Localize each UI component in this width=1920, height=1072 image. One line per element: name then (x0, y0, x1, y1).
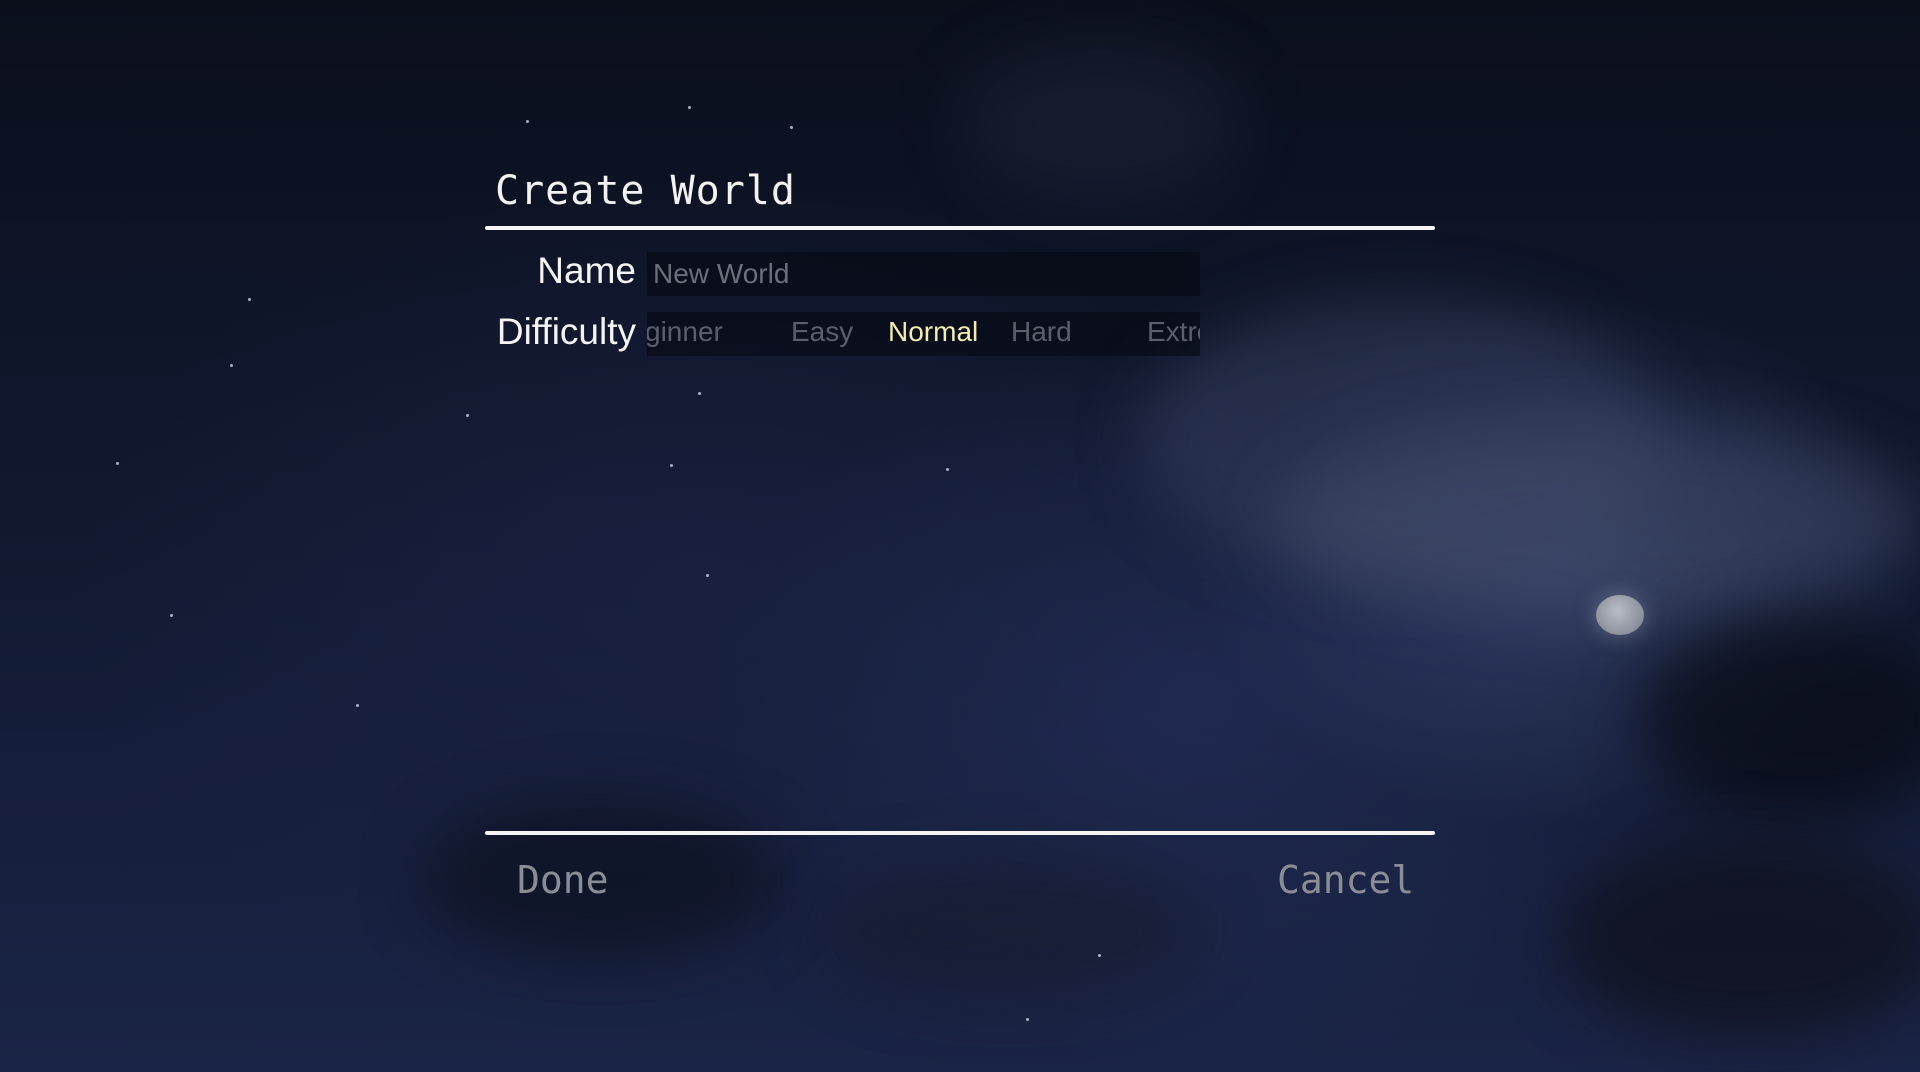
difficulty-option-hard[interactable]: Hard (1011, 316, 1072, 348)
star (706, 574, 709, 577)
cloud (820, 860, 1200, 1000)
star (116, 462, 119, 465)
footer-divider (485, 831, 1435, 835)
difficulty-selector[interactable]: ginner Easy Normal Hard Extre (647, 312, 1200, 356)
star (466, 414, 469, 417)
cloud (1640, 620, 1920, 820)
star (248, 298, 251, 301)
star (1098, 954, 1101, 957)
name-label: Name (537, 250, 636, 291)
star (946, 468, 949, 471)
cloud (1560, 840, 1920, 1040)
star (1026, 1018, 1029, 1021)
difficulty-option-extreme[interactable]: Extre (1147, 316, 1200, 348)
moon (1596, 595, 1644, 635)
cloud (1280, 420, 1920, 620)
star (790, 126, 793, 129)
star (230, 364, 233, 367)
world-name-input[interactable] (647, 252, 1200, 296)
night-sky-background: Create World Name Difficulty ginner Easy… (0, 0, 1920, 1072)
difficulty-option-beginner[interactable]: ginner (647, 316, 723, 348)
star (526, 120, 529, 123)
done-button[interactable]: Done (517, 858, 609, 902)
cloud (960, 40, 1240, 200)
dialog-title: Create World (495, 168, 796, 214)
difficulty-option-normal[interactable]: Normal (888, 316, 978, 348)
star (698, 392, 701, 395)
difficulty-option-easy[interactable]: Easy (791, 316, 853, 348)
star (356, 704, 359, 707)
star (688, 106, 691, 109)
star (670, 464, 673, 467)
title-divider (485, 226, 1435, 230)
difficulty-label: Difficulty (496, 311, 636, 352)
cancel-button[interactable]: Cancel (1277, 858, 1414, 902)
star (170, 614, 173, 617)
